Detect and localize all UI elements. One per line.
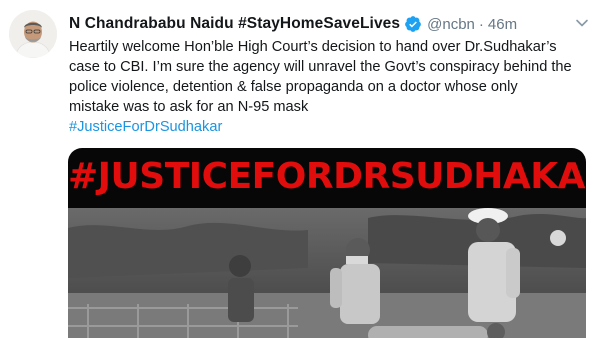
tweet-header: N Chandrababu Naidu #StayHomeSaveLives @… xyxy=(69,12,517,36)
news-photo xyxy=(68,208,586,338)
tweet-card[interactable]: N Chandrababu Naidu #StayHomeSaveLives @… xyxy=(0,0,600,338)
tweet-media-image[interactable]: #JUSTICEFORDRSUDHAKAR xyxy=(68,148,586,338)
separator-dot: · xyxy=(478,15,484,33)
hashtag-link[interactable]: #JusticeForDrSudhakar xyxy=(69,119,222,135)
tweet-text-line: Heartily welcome Hon’ble High Court’s de… xyxy=(69,39,557,55)
tweet-text-line: case to CBI. I’m sure the agency will un… xyxy=(69,59,572,75)
tweet-text-line: police violence, detention & false propa… xyxy=(69,79,518,95)
author-name[interactable]: N Chandrababu Naidu #StayHomeSaveLives xyxy=(69,15,400,33)
author-handle[interactable]: @ncbn xyxy=(427,16,475,33)
tweet-text: Heartily welcome Hon’ble High Court’s de… xyxy=(69,37,594,137)
chevron-down-icon[interactable] xyxy=(573,14,591,32)
avatar[interactable] xyxy=(9,10,57,58)
image-banner-text: #JUSTICEFORDRSUDHAKAR xyxy=(68,156,586,197)
timestamp[interactable]: 46m xyxy=(488,16,517,33)
verified-badge-icon xyxy=(404,15,422,33)
tweet-text-line: mistake was to ask for an N-95 mask xyxy=(69,99,309,115)
